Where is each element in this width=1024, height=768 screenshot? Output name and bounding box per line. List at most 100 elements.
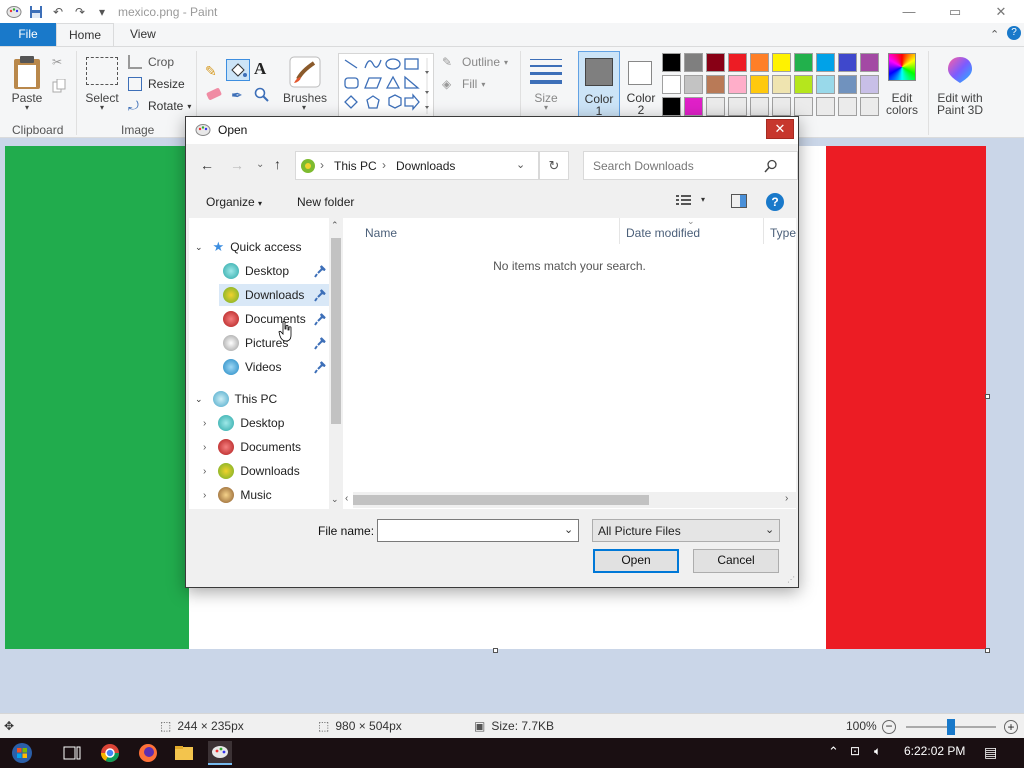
nav-scrollbar[interactable]: ⌃ ⌄ — [329, 218, 343, 509]
organize-button[interactable]: Organize ▾ — [206, 195, 262, 209]
task-view-icon[interactable] — [60, 741, 84, 765]
palette-swatch[interactable] — [816, 53, 835, 72]
palette-swatch[interactable] — [684, 53, 703, 72]
eraser-icon[interactable] — [205, 87, 223, 101]
palette-swatch[interactable] — [662, 53, 681, 72]
chrome-icon[interactable] — [98, 741, 122, 765]
network-icon[interactable]: ⊡ — [850, 744, 860, 758]
column-type[interactable]: Type — [770, 226, 796, 240]
close-window-button[interactable]: ✕ — [978, 0, 1024, 23]
minimize-button[interactable]: — — [886, 0, 932, 23]
start-button[interactable] — [10, 741, 34, 765]
scroll-right-icon[interactable]: › — [785, 493, 788, 504]
breadcrumb-downloads[interactable]: Downloads — [396, 159, 455, 173]
palette-swatch[interactable] — [772, 53, 791, 72]
list-horizontal-scrollbar[interactable]: ‹ › — [345, 492, 796, 508]
show-hidden-icons[interactable]: ⌃ — [828, 744, 839, 760]
open-button[interactable]: Open — [593, 549, 679, 573]
back-icon[interactable]: ← — [200, 157, 214, 173]
resize-handle-right[interactable] — [985, 394, 990, 399]
palette-swatch[interactable] — [816, 75, 835, 94]
nav-quick-access[interactable]: ⌄ ★ Quick access — [195, 236, 302, 258]
fill-button[interactable]: ◈ Fill ▾ — [442, 77, 485, 91]
file-type-select[interactable]: All Picture Files ⌄ — [592, 519, 780, 542]
palette-swatch[interactable] — [706, 53, 725, 72]
nav-pc-desktop[interactable]: › Desktop — [203, 412, 284, 434]
size-icon[interactable] — [530, 57, 562, 85]
search-box[interactable]: Search Downloads — [583, 151, 798, 180]
palette-swatch[interactable] — [772, 97, 791, 116]
fill-bucket-icon[interactable] — [226, 59, 250, 81]
maximize-button[interactable]: ▭ — [932, 0, 978, 23]
resize-button[interactable]: Resize — [128, 77, 185, 91]
search-icon[interactable] — [764, 159, 778, 173]
palette-swatch[interactable] — [816, 97, 835, 116]
dialog-close-button[interactable]: ✕ — [766, 119, 794, 139]
palette-swatch[interactable] — [728, 75, 747, 94]
file-type-dropdown-icon[interactable]: ⌄ — [765, 523, 774, 536]
search-input[interactable]: Search Downloads — [593, 159, 694, 173]
palette-swatch[interactable] — [772, 75, 791, 94]
palette-swatch[interactable] — [728, 53, 747, 72]
address-dropdown-icon[interactable]: ⌄ — [516, 158, 525, 171]
tab-file[interactable]: File — [0, 23, 56, 46]
paint-taskbar-icon[interactable] — [208, 741, 232, 765]
collapse-ribbon-icon[interactable]: ⌃ — [990, 28, 999, 41]
nav-quick-videos[interactable]: Videos — [223, 356, 281, 378]
volume-icon[interactable]: 🔈︎ — [874, 744, 881, 759]
crop-button[interactable]: Crop — [128, 55, 174, 69]
nav-quick-desktop[interactable]: Desktop — [223, 260, 289, 282]
tab-view[interactable]: View — [118, 23, 168, 46]
paste-icon[interactable] — [12, 55, 42, 91]
palette-swatch[interactable] — [860, 75, 879, 94]
breadcrumb-this-pc[interactable]: This PC — [334, 159, 377, 173]
view-dropdown-icon[interactable]: ▾ — [701, 195, 705, 204]
help-icon[interactable]: ? — [1007, 26, 1021, 40]
color-picker-icon[interactable]: ✒ — [231, 87, 247, 103]
palette-swatch[interactable] — [750, 97, 769, 116]
scroll-up-icon[interactable]: ⌃ — [331, 220, 339, 231]
expand-chevron-right-icon[interactable]: › — [203, 466, 206, 477]
palette-swatch[interactable] — [860, 53, 879, 72]
view-options-icon[interactable] — [675, 193, 693, 209]
recent-locations-icon[interactable]: ⌄ — [256, 159, 264, 170]
select-dropdown-icon[interactable]: ▾ — [96, 103, 108, 112]
palette-swatch[interactable] — [750, 75, 769, 94]
palette-swatch[interactable] — [728, 97, 747, 116]
size-dropdown-icon[interactable]: ▾ — [540, 103, 552, 112]
brushes-icon[interactable] — [288, 55, 322, 89]
zoom-slider-thumb[interactable] — [947, 719, 955, 735]
cut-icon[interactable]: ✂ — [52, 55, 68, 69]
customize-quick-access-icon[interactable]: ▾ — [94, 4, 110, 20]
address-bar[interactable]: › This PC › Downloads ⌄ — [295, 151, 539, 180]
column-name[interactable]: Name — [365, 226, 397, 240]
firefox-icon[interactable] — [136, 741, 160, 765]
select-icon[interactable] — [86, 57, 118, 85]
action-center-icon[interactable]: ▤ — [984, 744, 997, 761]
zoom-out-button[interactable]: − — [882, 720, 896, 734]
expand-chevron-down-icon[interactable]: ⌄ — [195, 394, 203, 405]
text-tool-icon[interactable]: A — [254, 59, 272, 79]
color1-button[interactable]: Color 1 — [578, 51, 620, 118]
edit-colors-icon[interactable] — [888, 53, 916, 81]
nav-quick-documents[interactable]: Documents — [223, 308, 306, 330]
expand-chevron-right-icon[interactable]: › — [203, 442, 206, 453]
nav-pc-downloads[interactable]: › Downloads — [203, 460, 300, 482]
pencil-icon[interactable]: ✎ — [205, 63, 223, 81]
preview-pane-icon[interactable] — [731, 194, 747, 208]
palette-swatch[interactable] — [662, 97, 681, 116]
palette-swatch[interactable] — [794, 53, 813, 72]
scroll-down-icon[interactable]: ⌄ — [331, 494, 339, 505]
palette-swatch[interactable] — [684, 75, 703, 94]
palette-swatch[interactable] — [706, 75, 725, 94]
nav-pc-music[interactable]: › Music — [203, 484, 272, 506]
redo-icon[interactable]: ↷ — [72, 4, 88, 20]
taskbar-clock[interactable]: 6:22:02 PM — [904, 744, 965, 758]
dialog-help-icon[interactable]: ? — [766, 193, 784, 211]
forward-icon[interactable]: → — [230, 157, 244, 173]
rotate-button[interactable]: ⤾ Rotate ▾ — [128, 99, 191, 114]
palette-swatch[interactable] — [838, 97, 857, 116]
file-name-dropdown-icon[interactable]: ⌄ — [564, 523, 573, 536]
palette-swatch[interactable] — [662, 75, 681, 94]
expand-chevron-right-icon[interactable]: › — [203, 490, 206, 501]
